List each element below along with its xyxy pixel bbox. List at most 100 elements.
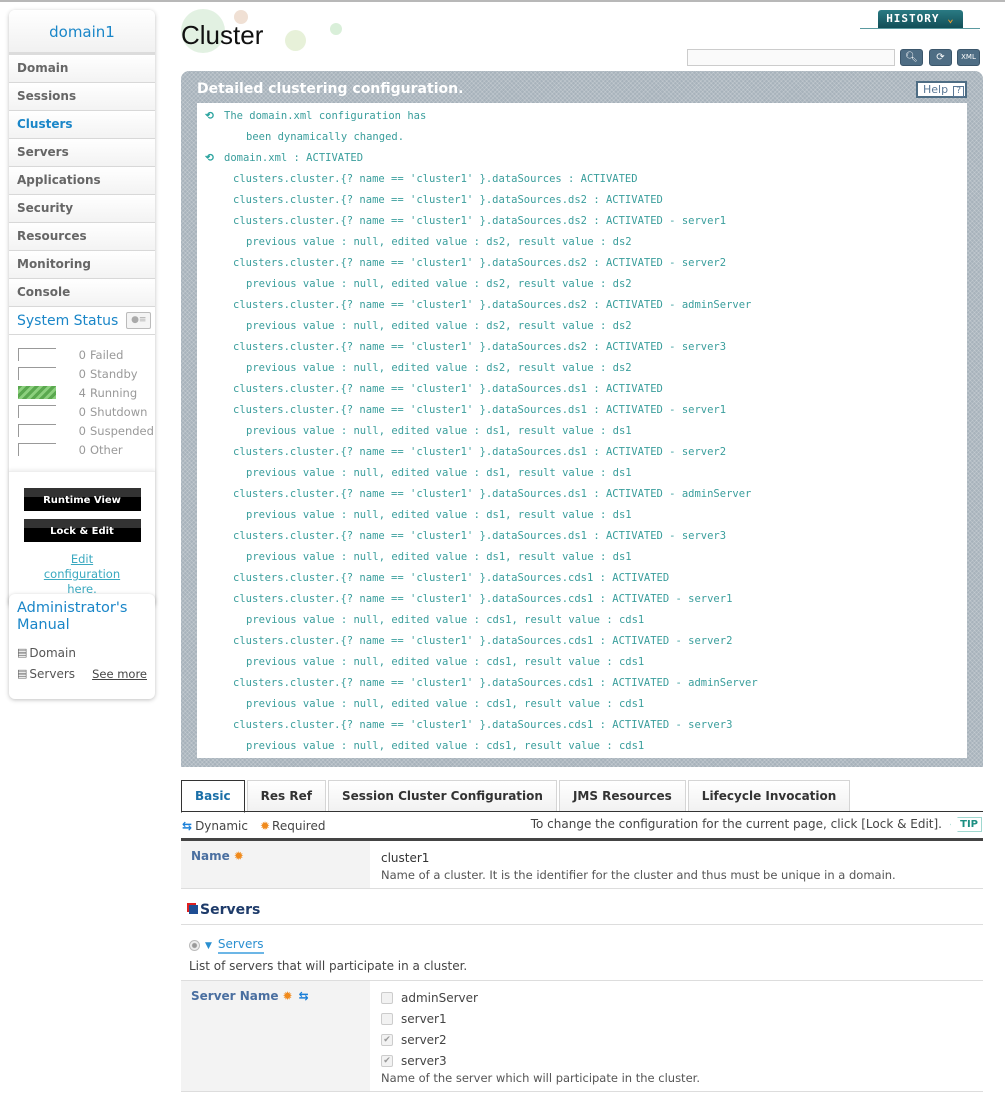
sidebar-item-console[interactable]: Console [9,279,155,307]
status-count: 0 [78,423,86,438]
sidebar-item-domain[interactable]: Domain [9,55,155,83]
log-line-text: previous value : null, edited value : ds… [246,467,632,479]
tab-basic[interactable]: Basic [181,780,245,813]
search-button[interactable]: 🔍︎ [900,49,923,66]
clustering-log-panel: Detailed clustering configuration. Help?… [181,71,983,767]
manual-link-servers[interactable]: ▤ Servers See more [17,663,147,684]
legend: ⇆ Dynamic ✹ Required [182,819,325,833]
log-line: clusters.cluster.{? name == 'cluster1' }… [205,169,967,190]
log-line-text: previous value : null, edited value : cd… [246,698,645,710]
status-row-other: 0 Other [18,440,155,459]
runtime-view-button[interactable]: Runtime View [23,488,141,511]
history-bar: HISTORY ⌄ [860,10,980,29]
checkbox[interactable]: ✔ [381,1054,393,1067]
manual-link-label: Servers [29,666,76,681]
sync-icon: ⟲ [205,110,214,122]
radio-icon [189,940,200,951]
sidebar-actions: Runtime View Lock & Edit Edit configurat… [9,471,155,607]
sidebar-item-monitoring[interactable]: Monitoring [9,251,155,279]
manual-link-domain[interactable]: ▤ Domain [17,642,147,663]
see-more-link[interactable]: See more [92,667,147,681]
log-line: previous value : null, edited value : ds… [205,274,967,295]
refresh-icon: ⟳ [936,52,945,63]
log-line: clusters.cluster.{? name == 'cluster1' }… [205,568,967,589]
sidebar-item-security[interactable]: Security [9,195,155,223]
status-label: Standby [90,366,138,381]
sidebar-nav: Domain Sessions Clusters Servers Application… [9,55,155,307]
servers-section-header: Servers [181,898,983,925]
status-label: Shutdown [90,404,148,419]
tab-lifecycle-invocation[interactable]: Lifecycle Invocation [687,780,851,812]
tab-session-cluster-configuration[interactable]: Session Cluster Configuration [327,780,557,812]
status-row-suspended: 0 Suspended [18,421,155,440]
required-icon: ✹ [282,989,293,1003]
servers-collapse-link[interactable]: Servers [217,937,264,954]
status-toggle-icon[interactable]: ●≡ [126,312,152,329]
status-bar [18,443,56,456]
name-label-text: Name [191,849,230,863]
log-line-text: clusters.cluster.{? name == 'cluster1' }… [233,215,727,227]
servers-section-title: Servers [200,902,261,918]
log-line-text: clusters.cluster.{? name == 'cluster1' }… [233,194,663,206]
log-line: previous value : null, edited value : ds… [205,505,967,526]
search-input[interactable] [687,49,895,66]
log-line: ⟲ domain.xml : ACTIVATED [205,148,967,169]
sidebar-item-servers[interactable]: Servers [9,139,155,167]
server-option-server2: ✔ server2 [381,1029,972,1050]
log-line-text: domain.xml : ACTIVATED [224,152,364,164]
manual-link-label: Domain [29,645,76,660]
servers-description: List of servers that will participate in… [189,959,468,973]
administrators-manual: Administrator's Manual ▤ Domain ▤ Server… [9,594,155,699]
status-count: 0 [78,347,86,362]
dynamic-icon: ⇆ [298,989,309,1003]
log-line: previous value : null, edited value : ds… [205,547,967,568]
checkbox[interactable] [381,1012,393,1025]
sidebar-item-sessions[interactable]: Sessions [9,83,155,111]
refresh-button[interactable]: ⟳ [929,49,952,66]
checkbox-label: server2 [401,1032,447,1047]
edit-configuration-link[interactable]: Edit configuration here. [32,552,132,597]
lock-edit-button[interactable]: Lock & Edit [23,519,141,542]
log-line-text: clusters.cluster.{? name == 'cluster1' }… [233,446,727,458]
help-label: Help [923,83,949,96]
checkbox[interactable]: ✔ [381,1033,393,1046]
log-content[interactable]: ⟲ The domain.xml configuration has been dy… [197,103,967,758]
export-xml-button[interactable]: XML [957,49,980,66]
name-description: Name of a cluster. It is the identifier … [381,868,896,882]
log-line-text: clusters.cluster.{? name == 'cluster1' }… [233,299,752,311]
log-line-text: clusters.cluster.{? name == 'cluster1' }… [233,488,752,500]
log-line: clusters.cluster.{? name == 'cluster1' }… [205,589,967,610]
log-line: previous value : null, edited value : ds… [205,232,967,253]
sidebar-item-resources[interactable]: Resources [9,223,155,251]
tip-text: To change the configuration for the curr… [530,817,942,831]
log-line-text: clusters.cluster.{? name == 'cluster1' }… [233,383,663,395]
legend-required: Required [272,819,326,833]
log-line: clusters.cluster.{? name == 'cluster1' }… [205,715,967,736]
status-label: Other [90,442,123,457]
decor-circle [285,30,306,51]
manual-title: Administrator's Manual [17,600,128,633]
xml-export-icon: XML [961,53,976,61]
log-line-text: previous value : null, edited value : ds… [246,509,632,521]
required-icon: ✹ [259,819,271,833]
server-option-server3: ✔ server3 [381,1050,972,1071]
sidebar-item-clusters[interactable]: Clusters [9,111,155,139]
tab-divider [181,811,983,812]
tab-res-ref[interactable]: Res Ref [246,780,326,812]
log-line: previous value : null, edited value : cd… [205,736,967,757]
checkbox[interactable] [381,991,393,1004]
log-line-text: clusters.cluster.{? name == 'cluster1' }… [233,572,670,584]
log-line-text: clusters.cluster.{? name == 'cluster1' }… [233,593,733,605]
legend-dynamic: Dynamic [195,819,248,833]
domain-name[interactable]: domain1 [9,10,155,55]
sidebar-item-applications[interactable]: Applications [9,167,155,195]
status-bar [18,405,56,418]
server-name-value-cell: adminServer server1 ✔ server2 ✔ server3 Name … [370,981,983,1091]
tab-jms-resources[interactable]: JMS Resources [558,780,686,812]
status-bar [18,386,56,399]
log-line: been dynamically changed. [205,127,967,148]
log-line: previous value : null, edited value : ds… [205,421,967,442]
log-line-text: clusters.cluster.{? name == 'cluster1' }… [233,530,727,542]
help-button[interactable]: Help? [916,81,967,98]
history-button[interactable]: HISTORY ⌄ [878,10,963,28]
